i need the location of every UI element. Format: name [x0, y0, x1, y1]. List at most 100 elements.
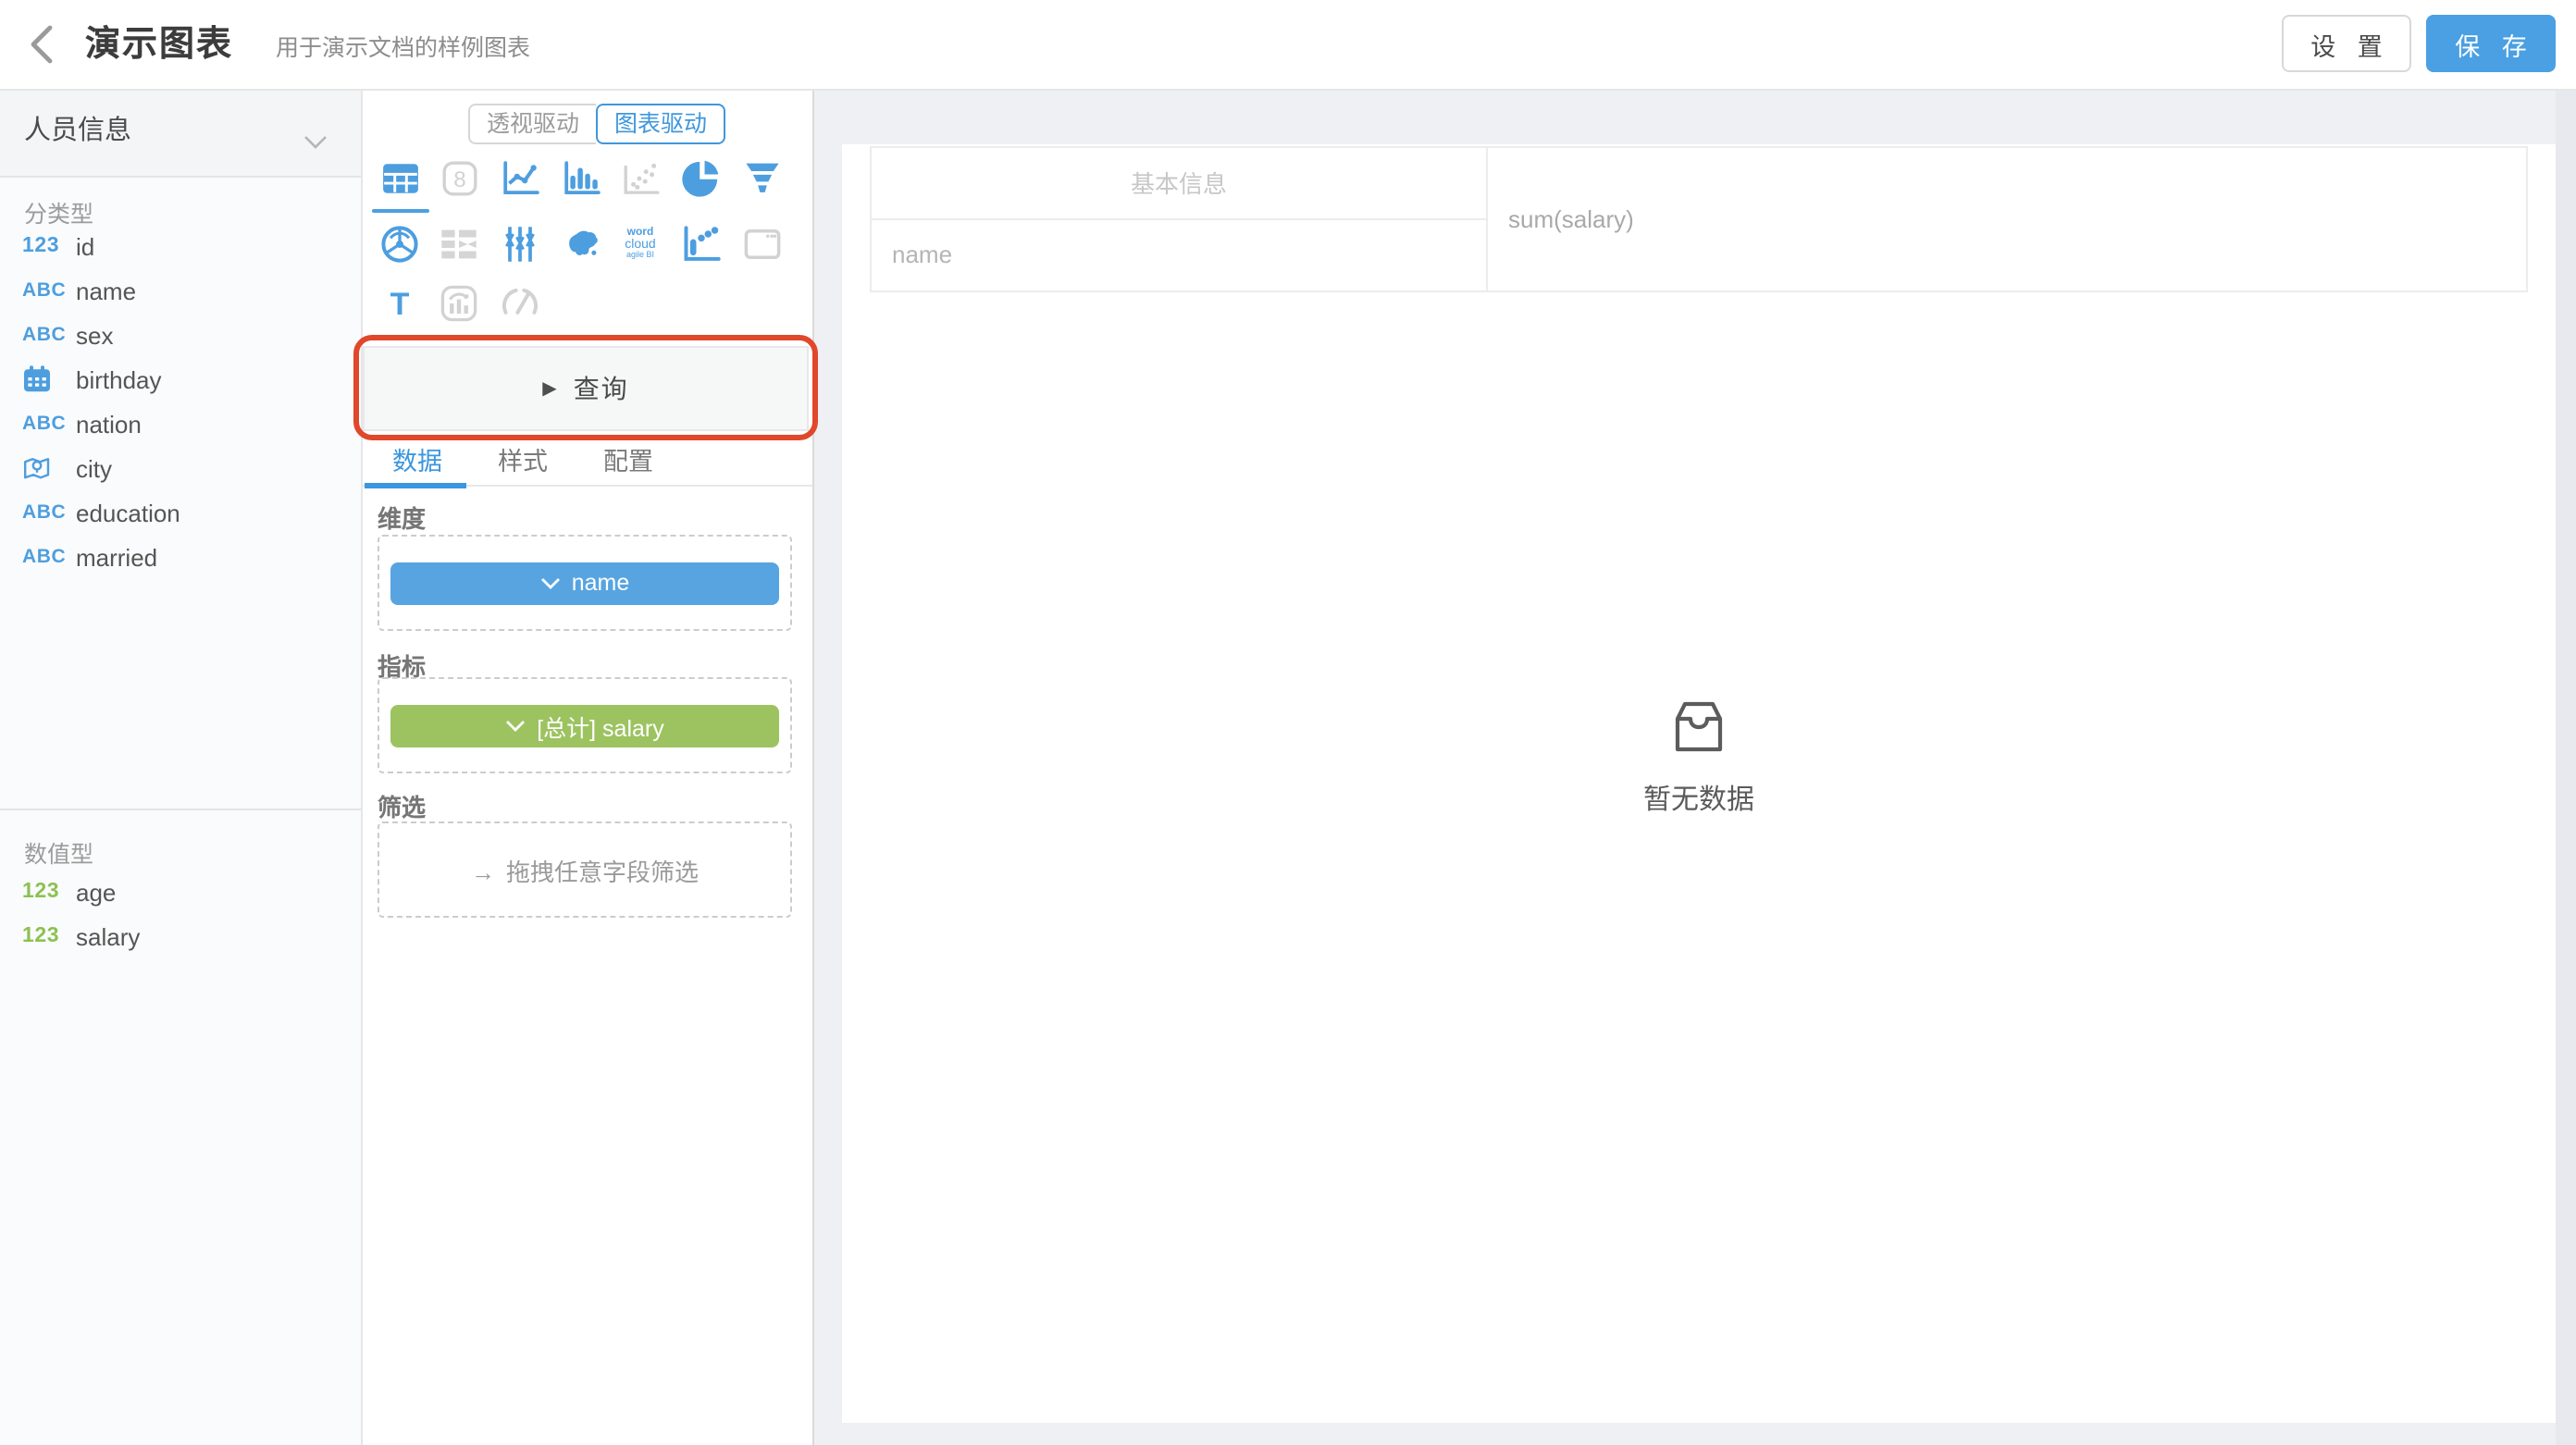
gauge-icon: [500, 283, 540, 324]
word-cloud-icon: word cloud agile BI: [625, 228, 655, 261]
back-chevron-icon: [24, 22, 61, 67]
number-card-icon: 8: [440, 158, 478, 197]
selected-chart-underline: [372, 209, 429, 213]
arrow-right-icon: →: [471, 858, 495, 885]
empty-state-text: 暂无数据: [1643, 779, 1754, 818]
numeric-type-icon: 123: [22, 925, 70, 947]
mode-pivot-driven[interactable]: 透视驱动: [468, 104, 596, 144]
dataset-selector[interactable]: 人员信息: [0, 89, 361, 178]
chart-type-mix[interactable]: [433, 279, 485, 327]
chart-type-line[interactable]: [494, 154, 546, 202]
tab-style[interactable]: 样式: [470, 444, 576, 481]
chart-type-scatter[interactable]: [614, 154, 666, 202]
mode-toggle: 透视驱动 图表驱动: [468, 104, 725, 144]
tab-config[interactable]: 配置: [576, 444, 681, 481]
mix-chart-icon: [439, 283, 479, 324]
field-item-salary[interactable]: 123 salary: [0, 914, 361, 958]
chart-type-gauge[interactable]: [494, 279, 546, 327]
filters-label: 筛选: [378, 788, 426, 823]
scrollbar-gutter[interactable]: [2556, 89, 2576, 1445]
line-chart-icon: [501, 158, 539, 197]
field-name: sex: [76, 321, 113, 349]
field-name: education: [76, 499, 180, 526]
chart-type-funnel[interactable]: [737, 154, 788, 202]
numeric-type-icon: 123: [22, 881, 70, 903]
field-item-sex[interactable]: ABC sex: [0, 313, 361, 357]
preview-panel: 基本信息 name sum(salary) 暂无数据: [842, 144, 2556, 1423]
app: 演示图表 用于演示文档的样例图表 设 置 保 存 人员信息 分类型 123 id…: [0, 0, 2576, 1445]
table-group-header: 基本信息: [872, 148, 1488, 219]
sidebar-divider: [0, 809, 361, 810]
metric-pill-salary[interactable]: [总计] salary: [390, 704, 779, 747]
text-type-icon: ABC: [22, 324, 70, 346]
text-chart-icon: T: [390, 288, 410, 319]
map-pin-icon: [22, 453, 70, 483]
bar-scatter-combo-icon: [681, 224, 722, 265]
field-item-birthday[interactable]: birthday: [0, 357, 361, 401]
pie-chart-icon: [681, 157, 722, 198]
dimensions-dropzone[interactable]: name: [378, 535, 792, 631]
chart-type-word-cloud[interactable]: word cloud agile BI: [614, 220, 666, 268]
field-item-city[interactable]: city: [0, 446, 361, 490]
chart-type-pivot-table[interactable]: [433, 220, 485, 268]
field-name: name: [76, 277, 136, 304]
field-name: married: [76, 543, 157, 571]
field-name: id: [76, 232, 94, 260]
chevron-down-icon: [505, 719, 526, 732]
chart-type-pie[interactable]: [675, 154, 727, 202]
field-name: age: [76, 878, 116, 906]
chart-type-number-card[interactable]: 8: [433, 154, 485, 202]
funnel-chart-icon: [742, 157, 783, 198]
pill-label: name: [572, 570, 630, 596]
field-item-married[interactable]: ABC married: [0, 535, 361, 579]
filters-dropzone[interactable]: →拖拽任意字段筛选: [378, 821, 792, 918]
builder-tabs: 数据 样式 配置: [363, 444, 812, 487]
settings-button[interactable]: 设 置: [2282, 15, 2411, 72]
dimension-pill-name[interactable]: name: [390, 562, 779, 604]
chart-type-text[interactable]: T: [374, 279, 426, 327]
svg-text:8: 8: [452, 167, 464, 191]
query-label: 查询: [574, 370, 629, 407]
dataset-name: 人员信息: [24, 89, 131, 176]
preview-area: 基本信息 name sum(salary) 暂无数据: [814, 89, 2576, 1445]
bar-chart-icon: [562, 158, 601, 197]
page-title: 演示图表: [85, 0, 233, 91]
chart-type-radar[interactable]: [374, 220, 426, 268]
field-item-nation[interactable]: ABC nation: [0, 401, 361, 446]
chart-builder-panel: 透视驱动 图表驱动 8: [363, 89, 814, 1445]
numeric-section-label: 数值型: [24, 834, 93, 870]
chart-type-table[interactable]: [374, 154, 426, 202]
chevron-down-icon: [540, 576, 561, 589]
field-sidebar: 人员信息 分类型 123 id ABC name ABC sex: [0, 89, 363, 1445]
field-name: birthday: [76, 365, 162, 393]
table-icon: [380, 158, 419, 197]
metrics-dropzone[interactable]: [总计] salary: [378, 677, 792, 773]
text-type-icon: ABC: [22, 546, 70, 568]
field-item-age[interactable]: 123 age: [0, 870, 361, 914]
header: 演示图表 用于演示文档的样例图表 设 置 保 存: [0, 0, 2576, 91]
preview-table: 基本信息 name sum(salary): [870, 146, 2528, 291]
empty-box-icon: [1666, 699, 1732, 755]
chart-type-iframe[interactable]: [737, 220, 788, 268]
chart-type-bar-scatter-combo[interactable]: [675, 220, 727, 268]
field-name: nation: [76, 410, 142, 438]
empty-state: 暂无数据: [842, 699, 2556, 818]
save-button[interactable]: 保 存: [2426, 15, 2556, 72]
field-item-name[interactable]: ABC name: [0, 268, 361, 313]
field-item-id[interactable]: 123 id: [0, 224, 361, 268]
iframe-icon: [742, 224, 783, 265]
field-name: city: [76, 454, 112, 482]
back-button[interactable]: [24, 22, 61, 67]
field-item-education[interactable]: ABC education: [0, 490, 361, 535]
text-type-icon: ABC: [22, 279, 70, 302]
numeric-type-icon: 123: [22, 235, 70, 257]
query-button[interactable]: ▶ 查询: [363, 346, 809, 431]
chart-type-china-map[interactable]: [555, 220, 607, 268]
pill-label: [总计] salary: [537, 708, 664, 743]
mode-chart-driven[interactable]: 图表驱动: [596, 104, 725, 144]
dimensions-label: 维度: [378, 500, 426, 535]
tab-data[interactable]: 数据: [365, 444, 470, 481]
table-dimension-header: name: [872, 219, 1488, 290]
chart-type-candlestick[interactable]: [494, 220, 546, 268]
chart-type-bar[interactable]: [555, 154, 607, 202]
